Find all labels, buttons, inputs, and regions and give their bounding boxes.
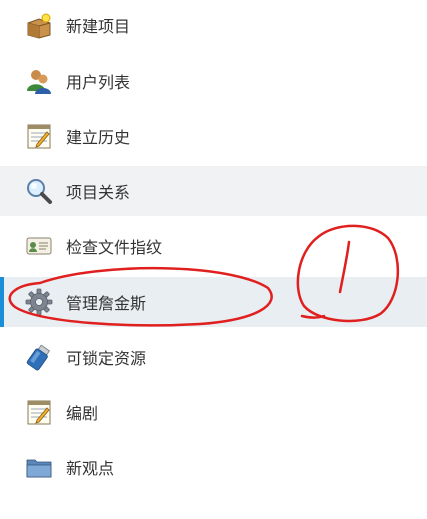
usb-drive-icon xyxy=(25,343,53,371)
sidebar-item-build-history[interactable]: 建立历史 xyxy=(0,111,427,161)
fingerprint-card-icon xyxy=(25,232,53,260)
sidebar-item-users[interactable]: 用户列表 xyxy=(0,56,427,106)
sidebar-item-label: 管理詹金斯 xyxy=(66,294,147,313)
sidebar-item-new-view[interactable]: 新观点 xyxy=(0,442,427,492)
sidebar-item-label: 建立历史 xyxy=(66,128,131,147)
sidebar-item-label: 可锁定资源 xyxy=(66,349,147,368)
notepad-history-icon xyxy=(25,122,53,150)
users-icon xyxy=(25,67,53,95)
sidebar-item-project-relationship[interactable]: 项目关系 xyxy=(0,166,427,216)
sidebar-item-lockable-resources[interactable]: 可锁定资源 xyxy=(0,332,427,382)
sidebar-item-label: 编剧 xyxy=(66,404,99,423)
sidebar-menu: 新建项目 用户列表 建立历史 项目关系 检查文件指纹 管理詹金斯 可锁定资源 编… xyxy=(0,0,427,519)
sidebar-item-label: 新观点 xyxy=(66,459,115,478)
new-project-box-icon xyxy=(25,11,53,39)
sidebar-item-label: 检查文件指纹 xyxy=(66,238,163,257)
notepad-pencil-icon xyxy=(25,398,53,426)
sidebar-item-label: 新建项目 xyxy=(66,17,131,36)
gear-icon xyxy=(25,288,53,316)
sidebar-item-label: 项目关系 xyxy=(66,183,131,202)
sidebar-item-label: 用户列表 xyxy=(66,73,131,92)
sidebar-item-check-fingerprint[interactable]: 检查文件指纹 xyxy=(0,221,427,271)
sidebar-item-new-project[interactable]: 新建项目 xyxy=(0,0,427,50)
magnifier-icon xyxy=(25,177,53,205)
sidebar-item-scriptwriter[interactable]: 编剧 xyxy=(0,387,427,437)
folder-icon xyxy=(25,453,53,481)
sidebar-item-manage-jenkins[interactable]: 管理詹金斯 xyxy=(0,277,427,327)
